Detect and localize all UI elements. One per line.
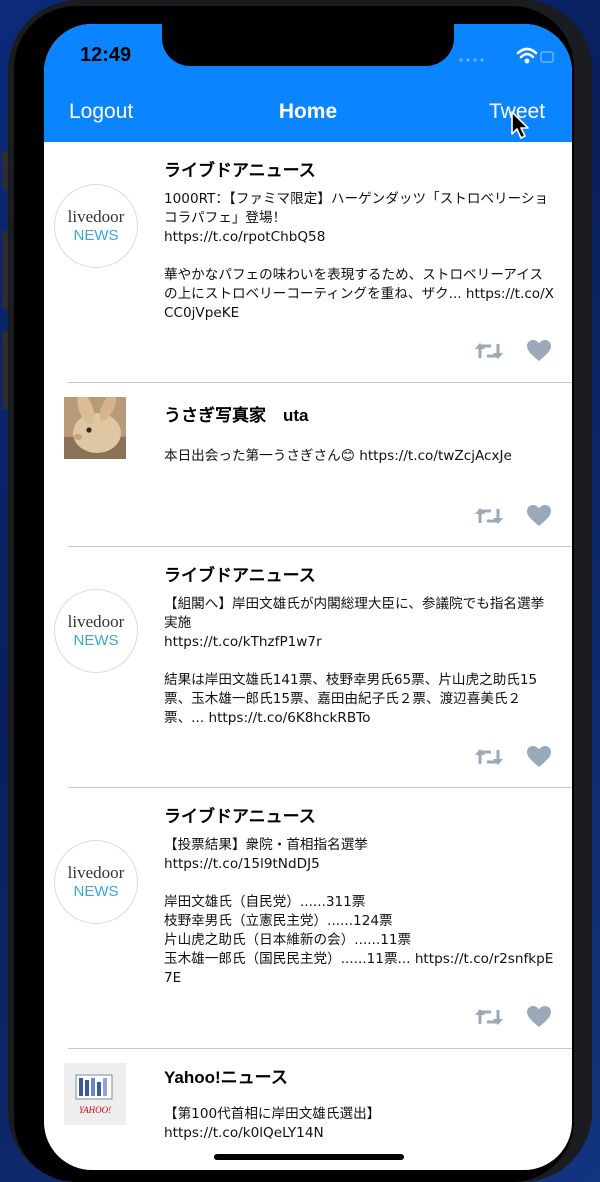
- mute-switch: [2, 150, 8, 190]
- tweet-text: 1000RT：【ファミマ限定】ハーゲンダッツ「ストロベリーショコラパフェ」登場！…: [164, 191, 554, 321]
- tweet-text: 本日出会った第一うさぎさん😊 https://t.co/twZcjAcxJe: [164, 448, 512, 464]
- tweet-text: 【第100代首相に岸田文雄氏選出】 https://t.co/k0lQeLY14…: [164, 1106, 381, 1141]
- tweet-user-name: Yahoo!ニュース: [164, 1068, 288, 1087]
- news-logo-text: NEWS: [73, 883, 119, 900]
- news-logo-text: NEWS: [73, 632, 119, 649]
- navigation-bar: Logout Home Tweet: [44, 84, 572, 142]
- battery-icon: [540, 51, 554, 63]
- livedoor-logo-text: livedoor: [67, 863, 125, 882]
- tweet-cell[interactable]: うさぎ写真家 uta 本日出会った第一うさぎさん😊 https://t.co/t…: [44, 383, 572, 546]
- yahoo-logo-text: YAHOO!: [79, 1105, 111, 1115]
- home-indicator[interactable]: [214, 1154, 404, 1160]
- like-heart-icon[interactable]: [527, 505, 551, 527]
- tweet-cell[interactable]: YAHOO! Yahoo!ニュース 【第100代首相に岸田文雄氏選出】 http…: [44, 1049, 572, 1170]
- avatar[interactable]: livedoor NEWS: [54, 840, 138, 924]
- tweet-user-name: うさぎ写真家 uta: [164, 406, 309, 425]
- tweet-user-name: ライブドアニュース: [164, 566, 316, 585]
- tweet-cell[interactable]: livedoor NEWS ライブドアニュース 1000RT：【ファミマ限定】ハ…: [44, 142, 572, 382]
- tweet-cell[interactable]: livedoor NEWS ライブドアニュース 【投票結果】衆院・首相指名選挙 …: [44, 788, 572, 1048]
- like-heart-icon[interactable]: [527, 1006, 551, 1028]
- tweet-feed[interactable]: livedoor NEWS ライブドアニュース 1000RT：【ファミマ限定】ハ…: [44, 142, 572, 1170]
- tweet-text: 【組閣へ】岸田文雄氏が内閣総理大臣に、参議院でも指名選挙実施 https://t…: [164, 596, 545, 726]
- status-icons: [459, 47, 554, 64]
- avatar[interactable]: [64, 397, 126, 459]
- retweet-icon[interactable]: [474, 1006, 504, 1028]
- cellular-signal-icon: [459, 58, 484, 62]
- tweet-cell[interactable]: livedoor NEWS ライブドアニュース 【組閣へ】岸田文雄氏が内閣総理大…: [44, 547, 572, 787]
- wifi-icon: [516, 47, 538, 64]
- device-notch: [162, 24, 454, 66]
- tweet-text: 【投票結果】衆院・首相指名選挙 https://t.co/15l9tNdDJ5 …: [164, 837, 554, 986]
- like-heart-icon[interactable]: [527, 340, 551, 362]
- rabbit-photo: [64, 397, 126, 459]
- avatar[interactable]: YAHOO!: [64, 1063, 126, 1125]
- status-time: 12:49: [80, 44, 132, 66]
- retweet-icon[interactable]: [474, 340, 504, 362]
- avatar[interactable]: livedoor NEWS: [54, 589, 138, 673]
- volume-up-button: [2, 230, 8, 310]
- tweet-user-name: ライブドアニュース: [164, 807, 316, 826]
- retweet-icon[interactable]: [474, 505, 504, 527]
- livedoor-logo-text: livedoor: [67, 207, 125, 226]
- yahoo-news-logo: YAHOO!: [64, 1063, 126, 1125]
- volume-down-button: [2, 330, 8, 410]
- phone-screen: 12:49 Logout Home Tweet livedoor NEWS ライ…: [44, 24, 572, 1170]
- like-heart-icon[interactable]: [527, 746, 551, 768]
- livedoor-logo-text: livedoor: [67, 612, 125, 631]
- avatar[interactable]: livedoor NEWS: [54, 184, 138, 268]
- news-logo-text: NEWS: [73, 227, 119, 244]
- mouse-cursor-icon: [511, 111, 529, 139]
- tweet-user-name: ライブドアニュース: [164, 161, 316, 180]
- retweet-icon[interactable]: [474, 746, 504, 768]
